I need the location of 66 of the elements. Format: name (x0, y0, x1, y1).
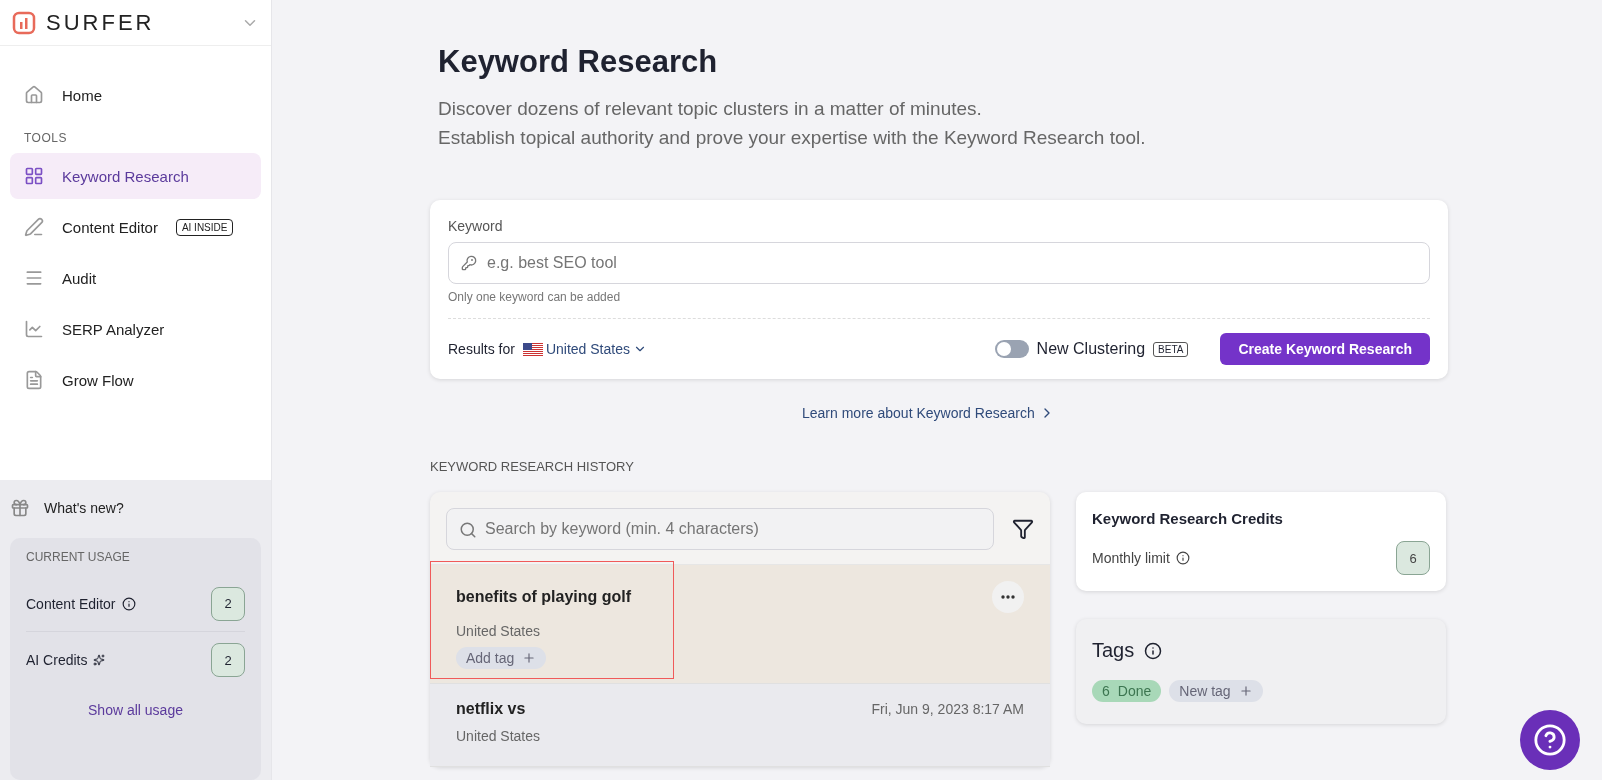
history-item[interactable]: netflix vs Fri, Jun 9, 2023 8:17 AM United States (430, 684, 1050, 767)
whats-new-link[interactable]: What's new? (10, 498, 261, 518)
keyword-text: benefits of playing golf (456, 588, 632, 606)
page-subtitle: Establish topical authority and prove your expertise with the Keyword Research tool. (438, 126, 1147, 150)
brand-name: SURFER (46, 9, 156, 36)
tag-pill[interactable]: New tag (1169, 680, 1263, 702)
limit-label: Monthly limit (1092, 550, 1170, 566)
show-usage-link[interactable]: Show all usage (26, 702, 245, 718)
nav-item[interactable]: Audit (10, 255, 261, 301)
help-button[interactable] (1520, 710, 1580, 770)
nav-item[interactable]: Grow Flow (10, 357, 261, 403)
ai-badge: AI INSIDE (175, 218, 234, 236)
results-label: Results for (448, 341, 515, 357)
tag-pill[interactable]: 6 Done (1092, 680, 1162, 702)
card-title: Keyword Research Credits (1092, 510, 1284, 527)
page-title: Keyword Research (438, 44, 719, 80)
nav-item[interactable]: Home (10, 72, 261, 118)
section-label: TOOLS (23, 130, 68, 147)
country-text: United States (456, 728, 542, 744)
usage-count: 2 (211, 586, 245, 621)
search-field[interactable]: Search by keyword (min. 4 characters) (446, 508, 994, 550)
nav-item[interactable]: Content Editor AI INSIDE (10, 204, 261, 250)
usage-label: Content Editor (26, 595, 116, 612)
edit-icon (24, 217, 44, 237)
home-icon (24, 85, 44, 105)
keyword-field[interactable]: e.g. best SEO tool (448, 242, 1430, 284)
country-text: United States (456, 623, 542, 639)
document-icon (24, 370, 44, 390)
field-hint: Only one keyword can be added (448, 290, 622, 304)
card-title: Tags (1092, 639, 1135, 662)
plus-icon (522, 651, 537, 665)
usage-label: AI Credits (26, 652, 88, 668)
credits-count: 6 (1396, 541, 1430, 575)
beta-badge: BETA (1153, 341, 1189, 357)
usage-title: CURRENT USAGE (26, 550, 131, 564)
country-select[interactable]: United States (522, 341, 647, 357)
info-icon (1144, 641, 1163, 660)
filter-icon[interactable] (1012, 518, 1034, 540)
learn-more-link[interactable]: Learn more about Keyword Research (802, 405, 1055, 421)
nav-item[interactable]: Keyword Research (10, 153, 261, 199)
flag-icon (522, 342, 543, 356)
create-button[interactable]: Create Keyword Research (1220, 333, 1430, 365)
line-chart-icon (24, 319, 44, 339)
sparkle-icon (93, 654, 106, 666)
more-button[interactable] (992, 581, 1024, 613)
gift-icon (10, 498, 30, 518)
search-icon (459, 521, 477, 539)
toggle-switch[interactable] (994, 340, 1029, 358)
help-icon (1533, 723, 1567, 757)
field-label: Keyword (448, 218, 504, 234)
key-icon (461, 255, 477, 271)
lines-icon (24, 268, 44, 288)
toggle-label: New Clustering (1036, 340, 1146, 358)
plus-icon (1238, 684, 1253, 698)
grid-icon (24, 166, 44, 186)
usage-count: 2 (211, 643, 245, 677)
more-icon (1001, 595, 1015, 599)
section-title: KEYWORD RESEARCH HISTORY (430, 459, 635, 474)
date-text: Fri, Jun 9, 2023 8:17 AM (871, 701, 1024, 717)
add-tag-button[interactable]: Add tag (456, 647, 547, 669)
info-icon (121, 596, 136, 611)
info-icon (1175, 551, 1190, 565)
page-subtitle: Discover dozens of relevant topic clusters in a matter of minutes. (438, 97, 983, 121)
logo-icon (12, 10, 36, 35)
keyword-text: netflix vs (456, 700, 526, 718)
nav-item[interactable]: SERP Analyzer (10, 306, 261, 352)
